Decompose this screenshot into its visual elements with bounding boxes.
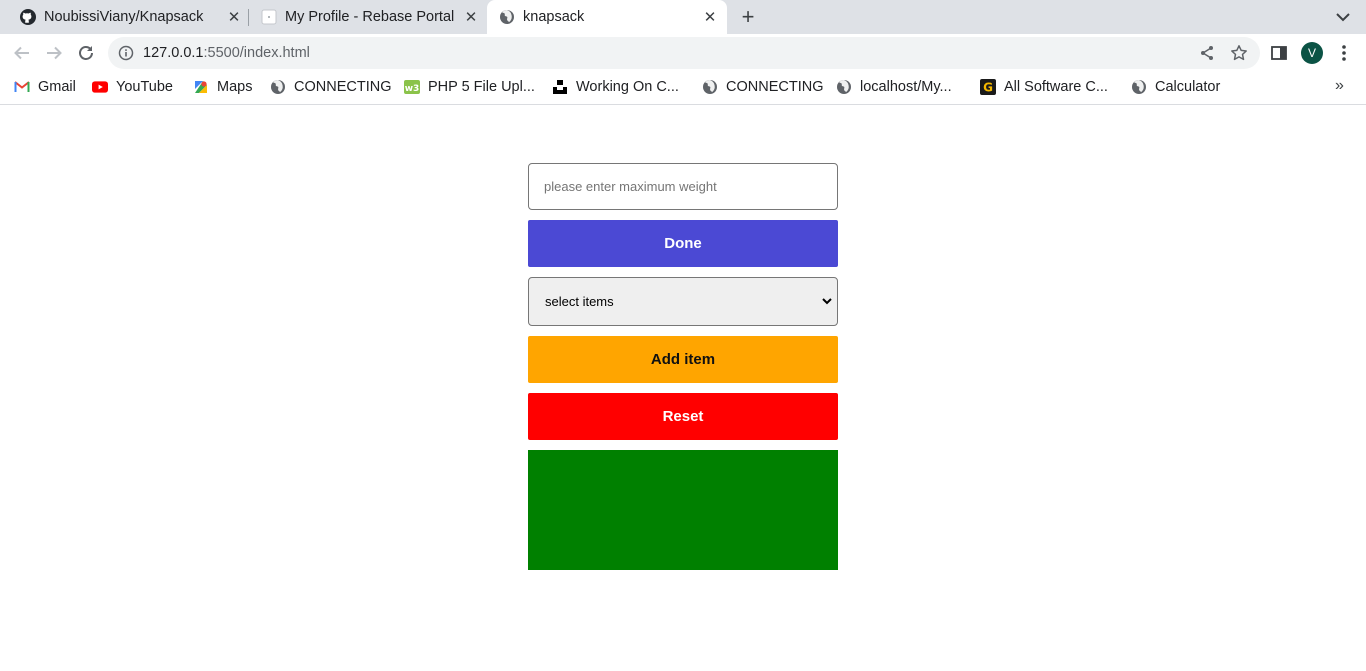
info-icon[interactable] bbox=[118, 45, 134, 61]
close-icon[interactable]: ✕ bbox=[224, 7, 244, 27]
star-icon[interactable] bbox=[1230, 44, 1248, 62]
gmail-icon bbox=[14, 79, 30, 95]
w3-icon: w3 bbox=[404, 79, 420, 95]
back-button[interactable] bbox=[11, 42, 33, 64]
globe-icon bbox=[836, 79, 852, 95]
side-panel-icon[interactable] bbox=[1271, 45, 1287, 61]
tab-title: My Profile - Rebase Portal bbox=[285, 9, 455, 25]
bookmark-label: PHP 5 File Upl... bbox=[428, 79, 535, 95]
tab-title: NoubissiViany/Knapsack bbox=[44, 9, 204, 25]
bookmark-youtube[interactable]: YouTube bbox=[92, 77, 173, 97]
bookmark-label: Maps bbox=[217, 79, 253, 95]
bookmark-working-on[interactable]: Working On C... bbox=[552, 77, 679, 97]
tab-strip: NoubissiViany/Knapsack ✕ My Profile - Re… bbox=[0, 0, 1366, 34]
arrow-left-icon bbox=[14, 46, 29, 60]
max-weight-input[interactable] bbox=[528, 163, 838, 210]
bookmark-maps[interactable]: Maps bbox=[193, 77, 252, 97]
tab-knapsack[interactable]: knapsack ✕ bbox=[487, 0, 727, 34]
url-text: 127.0.0.1:5500/index.html bbox=[143, 45, 310, 61]
reload-button[interactable] bbox=[75, 42, 97, 64]
bookmark-gmail[interactable]: Gmail bbox=[14, 77, 76, 97]
g-icon: G bbox=[980, 79, 996, 95]
bookmark-label: Calculator bbox=[1155, 79, 1221, 95]
address-bar[interactable]: 127.0.0.1:5500/index.html bbox=[108, 37, 1260, 69]
bookmarks-bar: Gmail YouTube Maps CONNECTING w3 PHP 5 F… bbox=[0, 72, 1366, 105]
bookmarks-overflow-button[interactable]: » bbox=[1335, 77, 1344, 95]
svg-text:w3: w3 bbox=[405, 84, 420, 94]
page-icon bbox=[261, 9, 277, 25]
page-content: Done select items Add item Reset bbox=[0, 105, 1366, 671]
bookmark-label: All Software C... bbox=[1004, 79, 1108, 95]
maps-icon bbox=[193, 79, 209, 95]
items-select-value: select items bbox=[545, 294, 614, 309]
bookmark-all-software[interactable]: G All Software C... bbox=[980, 77, 1108, 97]
chevron-down-icon[interactable] bbox=[1333, 8, 1353, 26]
bookmark-calculator[interactable]: Calculator bbox=[1131, 77, 1220, 97]
unsplash-icon bbox=[552, 79, 568, 95]
bookmark-label: CONNECTING bbox=[726, 79, 824, 95]
svg-text:G: G bbox=[983, 81, 993, 95]
bookmark-label: YouTube bbox=[116, 79, 173, 95]
close-icon[interactable]: ✕ bbox=[700, 7, 720, 27]
bookmark-label: localhost/My... bbox=[860, 79, 952, 95]
bookmark-label: Working On C... bbox=[576, 79, 679, 95]
bookmark-connecting-2[interactable]: CONNECTING bbox=[702, 77, 823, 97]
browser-toolbar: 127.0.0.1:5500/index.html V bbox=[0, 34, 1366, 72]
arrow-right-icon bbox=[47, 46, 62, 60]
reset-button[interactable]: Reset bbox=[528, 393, 838, 440]
github-icon bbox=[20, 9, 36, 25]
url-host: 127.0.0.1 bbox=[143, 45, 204, 61]
globe-icon bbox=[270, 79, 286, 95]
share-icon[interactable] bbox=[1199, 45, 1215, 61]
tab-title: knapsack bbox=[523, 9, 585, 25]
done-button[interactable]: Done bbox=[528, 220, 838, 267]
chevron-down-icon bbox=[821, 295, 833, 307]
globe-icon bbox=[702, 79, 718, 95]
reload-icon bbox=[79, 46, 93, 60]
new-tab-button[interactable]: + bbox=[737, 6, 759, 28]
globe-icon bbox=[499, 9, 515, 25]
close-icon[interactable]: ✕ bbox=[461, 7, 481, 27]
result-panel bbox=[528, 450, 838, 570]
bookmark-localhost[interactable]: localhost/My... bbox=[836, 77, 952, 97]
more-menu-icon[interactable] bbox=[1336, 43, 1352, 63]
tab-github[interactable]: NoubissiViany/Knapsack ✕ bbox=[8, 0, 248, 34]
url-path: :5500/index.html bbox=[203, 45, 310, 61]
add-item-button[interactable]: Add item bbox=[528, 336, 838, 383]
bookmark-php-upload[interactable]: w3 PHP 5 File Upl... bbox=[404, 77, 535, 97]
youtube-icon bbox=[92, 79, 108, 95]
bookmark-label: CONNECTING bbox=[294, 79, 392, 95]
items-select[interactable]: select items bbox=[528, 277, 838, 326]
avatar[interactable]: V bbox=[1301, 42, 1323, 64]
forward-button[interactable] bbox=[43, 42, 65, 64]
bookmark-connecting[interactable]: CONNECTING bbox=[270, 77, 391, 97]
bookmark-label: Gmail bbox=[38, 79, 76, 95]
globe-icon bbox=[1131, 79, 1147, 95]
tab-rebase[interactable]: My Profile - Rebase Portal ✕ bbox=[249, 0, 487, 34]
